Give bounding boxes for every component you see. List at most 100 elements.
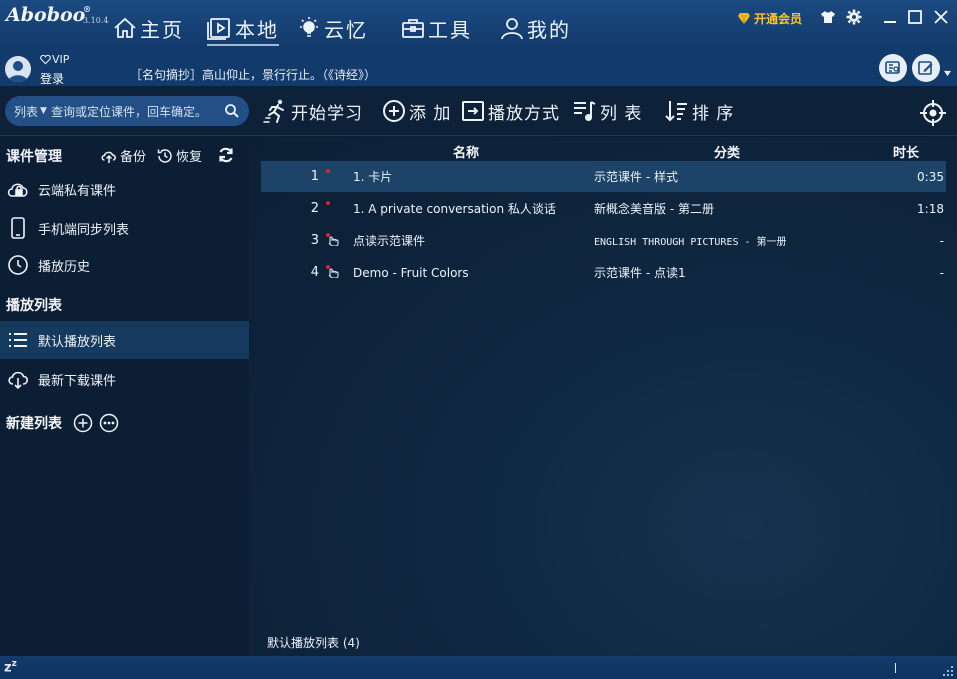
search-input[interactable]: 查询或定位课件，回车确定。 <box>51 103 207 120</box>
row-duration: - <box>939 233 944 248</box>
table-row[interactable]: 2 1. A private conversation 私人谈话 新概念美音版 … <box>261 193 946 224</box>
sidebar-item-label: 最新下载课件 <box>38 373 117 389</box>
restore-button[interactable]: 恢复 <box>156 146 202 165</box>
start-learning-button[interactable]: 开始学习 <box>263 96 363 126</box>
tshirt-icon <box>821 11 835 23</box>
sidebar-item-label: 手机端同步列表 <box>38 222 130 238</box>
search-mode-select[interactable]: 列表 <box>14 103 38 120</box>
tab-tools[interactable]: 工具 <box>400 10 472 46</box>
diamond-icon <box>738 12 750 25</box>
playlists-title: 播放列表 <box>6 298 62 314</box>
more-options-icon[interactable] <box>99 413 119 433</box>
cloud-upload-icon <box>101 151 116 163</box>
play-mode-button[interactable]: 播放方式 <box>460 96 560 126</box>
start-learning-label: 开始学习 <box>291 103 363 124</box>
table-row[interactable]: 1 1. 卡片 示范课件 - 样式 0:35 <box>261 161 946 192</box>
restore-label: 恢复 <box>176 150 203 165</box>
list-icon <box>9 333 27 347</box>
dictionary-button[interactable] <box>879 54 907 82</box>
logo-text: Aboboo <box>6 4 86 26</box>
status-divider <box>895 663 896 673</box>
sort-button[interactable]: 排 序 <box>664 96 734 126</box>
tab-mine[interactable]: 我的 <box>499 10 571 46</box>
list-view-label: 列 表 <box>600 103 643 124</box>
settings-button[interactable] <box>845 8 863 26</box>
sidebar-item-default-playlist[interactable]: 默认播放列表 <box>0 321 249 359</box>
table-row[interactable]: 4 Demo - Fruit Colors 示范课件 - 点读1 - <box>261 257 946 288</box>
user-icon <box>501 18 523 40</box>
row-name: Demo - Fruit Colors <box>353 265 469 280</box>
tab-cloud-memory[interactable]: 云忆 <box>296 10 368 46</box>
tab-home[interactable]: 主页 <box>112 10 184 46</box>
backup-label: 备份 <box>120 150 147 165</box>
open-vip-button[interactable]: 开通会员 <box>737 9 802 27</box>
tab-mine-label: 我的 <box>527 17 571 42</box>
column-header-category[interactable]: 分类 <box>714 142 740 161</box>
list-view-button[interactable]: 列 表 <box>572 96 642 126</box>
row-category: 示范课件 - 样式 <box>594 170 678 184</box>
search-box[interactable]: 列表 ▼ 查询或定位课件，回车确定。 <box>5 96 249 126</box>
close-icon <box>934 10 948 24</box>
resize-grip-icon[interactable] <box>943 666 953 676</box>
search-mode-caret-icon[interactable]: ▼ <box>40 106 47 116</box>
main-toolbar: 列表 ▼ 查询或定位课件，回车确定。 开始学习 添 加 播放方式 列 表 排 序 <box>0 86 957 136</box>
red-dot-icon <box>326 169 330 173</box>
toolbox-icon <box>402 19 424 38</box>
add-label: 添 加 <box>409 103 452 124</box>
row-number: 4 <box>310 265 319 280</box>
sleep-timer-button[interactable]: zz <box>4 659 17 675</box>
home-icon <box>114 17 136 38</box>
dropdown-caret-icon[interactable] <box>944 70 951 77</box>
minimize-icon <box>884 21 896 23</box>
play-mode-icon <box>462 101 484 121</box>
column-header-name[interactable]: 名称 <box>453 142 479 161</box>
column-header-duration[interactable]: 时长 <box>893 142 919 161</box>
play-mode-label: 播放方式 <box>488 103 560 124</box>
app-logo: Aboboo ® 3.10.4 <box>6 4 108 26</box>
edit-note-icon <box>918 61 933 75</box>
sidebar-item-label: 播放历史 <box>38 259 91 275</box>
minimize-button[interactable] <box>881 8 899 26</box>
row-category: 示范课件 - 点读1 <box>594 266 686 280</box>
login-link[interactable]: 登录 <box>40 70 64 87</box>
row-number: 1 <box>310 169 319 184</box>
backup-button[interactable]: 备份 <box>100 146 146 165</box>
notes-button[interactable] <box>912 54 940 82</box>
table-row[interactable]: 3 点读示范课件 ENGLISH THROUGH PICTURES - 第一册 … <box>261 225 946 256</box>
bulb-icon <box>300 17 318 37</box>
maximize-button[interactable] <box>906 8 924 26</box>
row-duration: 1:18 <box>917 201 944 216</box>
new-list-title: 新建列表 <box>6 416 62 432</box>
avatar[interactable] <box>5 56 31 82</box>
close-button[interactable] <box>932 8 950 26</box>
user-bar: VIP 登录 ［名句摘抄］高山仰止，景行行止。（《诗经》） <box>0 50 957 86</box>
sidebar-item-latest-downloads[interactable]: 最新下载课件 <box>0 360 249 398</box>
sidebar-item-phone-sync[interactable]: 手机端同步列表 <box>0 209 249 247</box>
row-category: ENGLISH THROUGH PICTURES - 第一册 <box>594 237 787 248</box>
sidebar-item-cloud-private[interactable]: 云端私有课件 <box>0 170 249 208</box>
row-number: 2 <box>310 201 319 216</box>
course-management-title: 课件管理 <box>6 149 62 165</box>
avatar-icon <box>8 61 28 82</box>
registered-mark: ® <box>83 4 91 14</box>
sidebar-item-play-history[interactable]: 播放历史 <box>0 246 249 284</box>
sort-label: 排 序 <box>692 103 735 124</box>
maximize-icon <box>908 10 922 24</box>
pointing-hand-icon <box>326 233 339 246</box>
open-vip-label: 开通会员 <box>754 11 803 26</box>
sleep-z-sup: z <box>11 659 17 669</box>
red-dot-icon <box>326 201 330 205</box>
search-icon[interactable] <box>224 103 240 119</box>
locate-current-icon[interactable] <box>918 98 948 128</box>
tab-local[interactable]: 本地 <box>207 10 279 46</box>
tab-local-label: 本地 <box>235 17 279 42</box>
row-duration: 0:35 <box>917 169 944 184</box>
add-button[interactable]: 添 加 <box>381 96 451 126</box>
pointing-hand-icon <box>326 265 339 278</box>
row-name: 1. A private conversation 私人谈话 <box>353 202 556 216</box>
refresh-icon[interactable] <box>217 146 235 164</box>
add-list-icon[interactable] <box>73 413 93 433</box>
local-video-icon <box>207 18 230 40</box>
cloud-download-icon <box>8 371 28 390</box>
skin-button[interactable] <box>819 8 837 26</box>
